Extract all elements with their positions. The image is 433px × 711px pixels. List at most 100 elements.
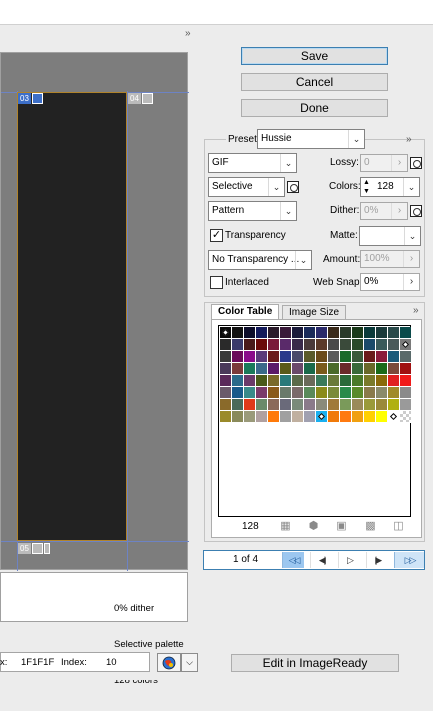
color-swatch[interactable] [220,411,232,423]
color-swatch[interactable] [376,411,388,423]
color-swatch[interactable] [328,327,340,339]
color-swatch[interactable] [352,375,364,387]
color-swatch[interactable] [244,399,256,411]
color-swatch[interactable] [292,363,304,375]
color-swatch[interactable] [376,351,388,363]
color-swatch[interactable] [292,351,304,363]
color-swatch[interactable] [364,339,376,351]
color-swatch[interactable] [268,411,280,423]
color-swatch[interactable] [400,339,412,351]
color-swatch[interactable] [304,327,316,339]
color-swatch[interactable] [316,399,328,411]
chevron-right-icon[interactable]: › [391,203,407,219]
slice-tag-03[interactable]: 03 [18,93,43,104]
color-swatch[interactable] [304,375,316,387]
color-swatch[interactable] [232,387,244,399]
color-swatch[interactable] [292,339,304,351]
color-swatch[interactable] [328,363,340,375]
color-swatch[interactable] [352,399,364,411]
color-swatch[interactable] [244,339,256,351]
color-swatch[interactable] [364,387,376,399]
color-swatch[interactable] [280,351,292,363]
color-swatch[interactable] [220,399,232,411]
color-swatch[interactable] [328,375,340,387]
color-swatch[interactable] [256,411,268,423]
color-swatch[interactable] [328,387,340,399]
color-table-menu-icon[interactable]: » [413,305,418,316]
color-swatch[interactable] [376,339,388,351]
reduction-mask-icon[interactable] [287,181,299,193]
color-swatch[interactable] [376,399,388,411]
transparency-checkbox[interactable]: ✓ [210,229,223,242]
swatch-grid[interactable] [220,327,412,423]
first-frame-button[interactable]: ◁◁ [282,552,304,568]
settings-menu-icon[interactable]: » [406,134,411,145]
color-swatch[interactable] [316,351,328,363]
color-swatch[interactable] [244,327,256,339]
color-swatch[interactable] [376,375,388,387]
color-swatch[interactable] [376,327,388,339]
color-swatch[interactable] [292,375,304,387]
color-swatch[interactable] [328,351,340,363]
color-swatch[interactable] [316,327,328,339]
color-swatch[interactable] [232,327,244,339]
color-swatch[interactable] [244,363,256,375]
previous-frame-button[interactable]: ◀| [310,552,332,568]
color-swatch[interactable] [244,351,256,363]
browser-dropdown-button[interactable]: ⌵ [181,653,198,672]
color-swatch[interactable] [400,363,412,375]
tab-image-size[interactable]: Image Size [282,305,347,320]
slice-tag-05[interactable]: 05 [18,543,50,554]
color-swatch[interactable] [364,411,376,423]
chevron-right-icon[interactable]: › [403,274,419,290]
color-swatch[interactable] [376,387,388,399]
color-swatch[interactable] [352,411,364,423]
color-swatch[interactable] [304,351,316,363]
color-swatch[interactable] [268,399,280,411]
color-swatch[interactable] [232,399,244,411]
color-swatch[interactable] [304,387,316,399]
next-frame-button[interactable]: |▶ [366,552,388,568]
color-table-swatches[interactable] [218,325,412,517]
lossy-mask-icon[interactable] [410,157,422,169]
amount-field[interactable]: 100% › [360,250,420,268]
color-swatch[interactable] [220,387,232,399]
color-swatch[interactable] [388,327,400,339]
color-swatch[interactable] [244,387,256,399]
tab-color-table[interactable]: Color Table [211,304,280,320]
matte-select[interactable]: ⌄ [359,226,421,246]
color-swatch[interactable] [292,387,304,399]
color-swatch[interactable] [268,387,280,399]
color-swatch[interactable] [352,363,364,375]
color-swatch[interactable] [388,363,400,375]
color-swatch[interactable] [340,327,352,339]
color-swatch[interactable] [328,399,340,411]
color-swatch[interactable] [268,375,280,387]
play-button[interactable]: ▷ [338,552,360,568]
color-swatch[interactable] [388,351,400,363]
color-swatch[interactable] [220,363,232,375]
color-swatch[interactable] [388,399,400,411]
colors-select[interactable]: ▲ ▼ 128 ⌄ [360,177,420,197]
color-swatch[interactable] [280,387,292,399]
color-swatch[interactable] [220,351,232,363]
color-swatch[interactable] [232,351,244,363]
interlaced-checkbox[interactable] [210,276,223,289]
color-swatch[interactable] [376,363,388,375]
save-button[interactable]: Save [241,47,388,65]
color-swatch[interactable] [352,339,364,351]
color-swatch[interactable] [328,411,340,423]
color-swatch[interactable] [328,339,340,351]
color-swatch[interactable] [256,351,268,363]
color-swatch[interactable] [400,411,412,423]
slice-tag-04[interactable]: 04 [128,93,153,104]
color-swatch[interactable] [388,375,400,387]
transparency-dither-select[interactable]: No Transparency ... ⌄ [208,250,312,270]
dither-field[interactable]: 0% › [360,202,408,220]
format-select[interactable]: GIF ⌄ [208,153,297,173]
new-color-icon[interactable]: ▩ [364,520,377,533]
chevron-right-icon[interactable]: › [391,155,407,171]
color-swatch[interactable] [400,375,412,387]
color-swatch[interactable] [364,351,376,363]
color-swatch[interactable] [340,351,352,363]
